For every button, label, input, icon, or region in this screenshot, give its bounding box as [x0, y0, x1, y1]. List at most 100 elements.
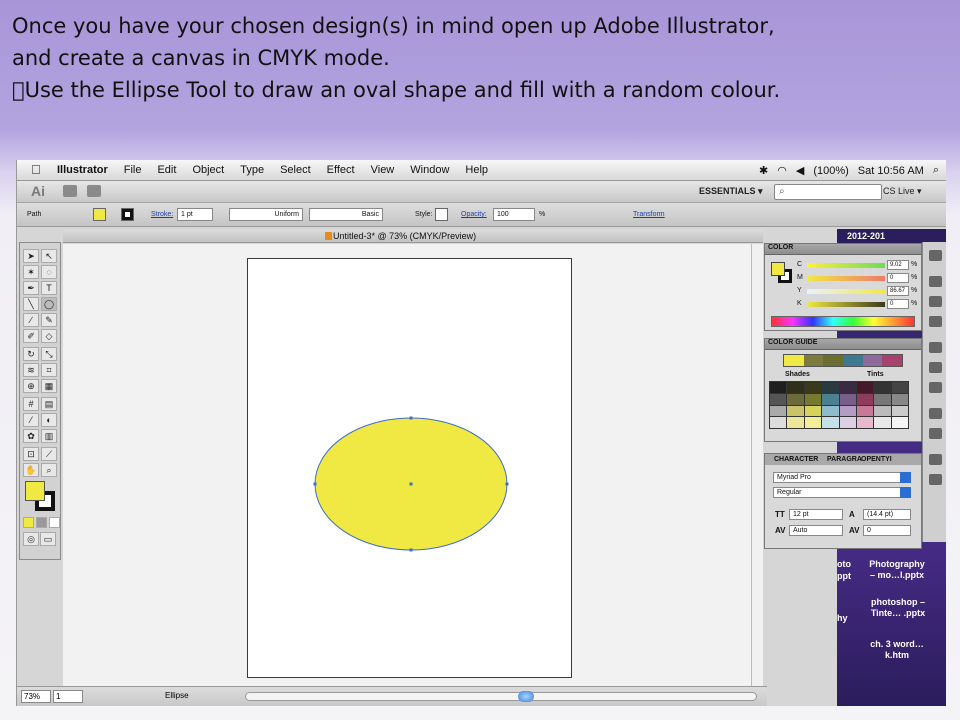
workspace-switcher[interactable]: ESSENTIALS ▾ — [699, 186, 763, 197]
anchor-point-bottom[interactable] — [409, 548, 413, 552]
leading-field[interactable]: (14.4 pt) — [863, 509, 911, 520]
shape-builder-tool-icon[interactable]: ⊕ — [23, 379, 39, 393]
color-spectrum-bar[interactable] — [771, 316, 915, 327]
apple-icon[interactable]:  — [31, 162, 41, 177]
chevron-down-icon[interactable] — [900, 472, 911, 483]
color-mode-icon[interactable] — [23, 517, 34, 528]
variation-swatch[interactable] — [822, 393, 839, 405]
variation-swatch[interactable] — [770, 393, 787, 405]
spotlight-icon[interactable]: ⌕ — [933, 164, 939, 177]
zoom-tool-icon[interactable]: ⌕ — [41, 463, 57, 477]
tracking-field[interactable]: 0 — [863, 525, 911, 536]
width-tool-icon[interactable]: ≋ — [23, 363, 39, 377]
artboard-number-field[interactable]: 1 — [53, 690, 83, 703]
variation-swatch[interactable] — [822, 417, 839, 428]
color-panel-icon[interactable] — [929, 250, 942, 261]
current-tool-status[interactable]: Ellipse — [165, 691, 189, 700]
selection-tool-icon[interactable]: ➤ — [23, 249, 39, 263]
variation-swatch[interactable] — [787, 417, 804, 428]
variable-width-profile[interactable]: Uniform — [229, 208, 303, 221]
menu-effect[interactable]: Effect — [327, 164, 355, 176]
opacity-link[interactable]: Opacity: — [461, 211, 487, 218]
gradient-panel-icon[interactable] — [929, 362, 942, 373]
variation-swatch[interactable] — [891, 405, 908, 417]
center-point[interactable] — [409, 482, 413, 486]
desktop-file-oto[interactable]: oto — [837, 559, 851, 570]
artboard-tool-icon[interactable]: ⊡ — [23, 447, 39, 461]
scroll-thumb[interactable] — [518, 691, 534, 702]
volume-icon[interactable]: ◀ — [796, 164, 804, 177]
tab-opentype[interactable]: OPENTYI — [861, 456, 892, 463]
stroke-panel-icon[interactable] — [929, 342, 942, 353]
variation-swatch[interactable] — [839, 405, 856, 417]
direct-selection-tool-icon[interactable]: ↖ — [41, 249, 57, 263]
variation-swatch[interactable] — [804, 393, 822, 405]
black-slider[interactable] — [807, 302, 885, 307]
blend-tool-icon[interactable]: ◐ — [41, 413, 57, 427]
variation-swatch[interactable] — [874, 382, 891, 393]
draw-normal-icon[interactable]: ◎ — [23, 532, 39, 546]
desktop-file-ppt[interactable]: ppt — [837, 571, 851, 582]
color-panel-title[interactable]: COLOR — [768, 244, 793, 251]
symbol-sprayer-tool-icon[interactable]: ✿ — [23, 429, 39, 443]
fill-color-icon[interactable] — [25, 481, 45, 501]
harmony-swatch[interactable] — [823, 355, 844, 366]
harmony-swatch[interactable] — [882, 355, 903, 366]
variation-swatch[interactable] — [874, 393, 891, 405]
menu-type[interactable]: Type — [240, 164, 264, 176]
color-fill-indicator[interactable] — [771, 262, 785, 276]
slice-tool-icon[interactable]: ⟋ — [41, 447, 57, 461]
hand-tool-icon[interactable]: ✋ — [23, 463, 39, 477]
menu-object[interactable]: Object — [192, 164, 224, 176]
eraser-tool-icon[interactable]: ◇ — [41, 329, 57, 343]
eyedropper-tool-icon[interactable]: ⁄ — [23, 413, 39, 427]
harmony-swatch[interactable] — [803, 355, 824, 366]
variation-swatch[interactable] — [787, 393, 804, 405]
anchor-point-top[interactable] — [409, 416, 413, 420]
variation-swatch[interactable] — [770, 417, 787, 428]
gradient-mode-icon[interactable] — [36, 517, 47, 528]
variation-swatch[interactable] — [839, 382, 856, 393]
vertical-scrollbar[interactable] — [751, 244, 763, 686]
menu-select[interactable]: Select — [280, 164, 311, 176]
pencil-tool-icon[interactable]: ✎ — [41, 313, 57, 327]
document-tab[interactable]: Untitled-3* @ 73% (CMYK/Preview) — [333, 231, 476, 241]
zoom-field[interactable]: 73% — [21, 690, 51, 703]
horizontal-scrollbar[interactable] — [245, 691, 757, 702]
perspective-grid-tool-icon[interactable]: ▦ — [41, 379, 57, 393]
blob-brush-tool-icon[interactable]: ✐ — [23, 329, 39, 343]
yellow-slider[interactable] — [807, 289, 885, 294]
bridge-icon[interactable] — [63, 185, 77, 197]
magenta-value[interactable]: 0 — [887, 273, 909, 283]
variation-swatch[interactable] — [839, 417, 856, 428]
desktop-file-hy[interactable]: hy — [837, 613, 848, 624]
variation-swatch[interactable] — [787, 382, 804, 393]
bluetooth-icon[interactable]: ✱ — [759, 164, 768, 177]
pen-tool-icon[interactable]: ✒ — [23, 281, 39, 295]
brushes-panel-icon[interactable] — [929, 296, 942, 307]
scale-tool-icon[interactable]: ⤡ — [41, 347, 57, 361]
menu-illustrator[interactable]: Illustrator — [57, 164, 108, 176]
menu-edit[interactable]: Edit — [157, 164, 176, 176]
anchor-point-left[interactable] — [313, 482, 317, 486]
arrange-documents-icon[interactable] — [87, 185, 101, 197]
cyan-value[interactable]: 9.02 — [887, 260, 909, 270]
screen-mode-icon[interactable]: ▭ — [40, 532, 56, 546]
harmony-swatch[interactable] — [784, 355, 804, 366]
cyan-slider[interactable] — [807, 263, 885, 268]
swatches-panel-icon[interactable] — [929, 276, 942, 287]
appearance-panel-icon[interactable] — [929, 408, 942, 419]
stroke-weight-field[interactable]: 1 pt — [177, 208, 213, 221]
menu-window[interactable]: Window — [410, 164, 449, 176]
tab-character[interactable]: CHARACTER — [774, 456, 818, 463]
color-variations-grid[interactable] — [769, 381, 909, 429]
black-value[interactable]: 0 — [887, 299, 909, 309]
chevron-down-icon[interactable] — [900, 487, 911, 498]
brush-definition[interactable]: Basic — [309, 208, 383, 221]
variation-swatch[interactable] — [804, 382, 822, 393]
cs-live-menu[interactable]: CS Live ▾ — [883, 186, 922, 197]
graphic-style-swatch[interactable] — [435, 208, 448, 221]
layers-panel-icon[interactable] — [929, 454, 942, 465]
variation-swatch[interactable] — [804, 417, 822, 428]
desktop-file-word[interactable]: ch. 3 word…k.htm — [867, 639, 927, 661]
